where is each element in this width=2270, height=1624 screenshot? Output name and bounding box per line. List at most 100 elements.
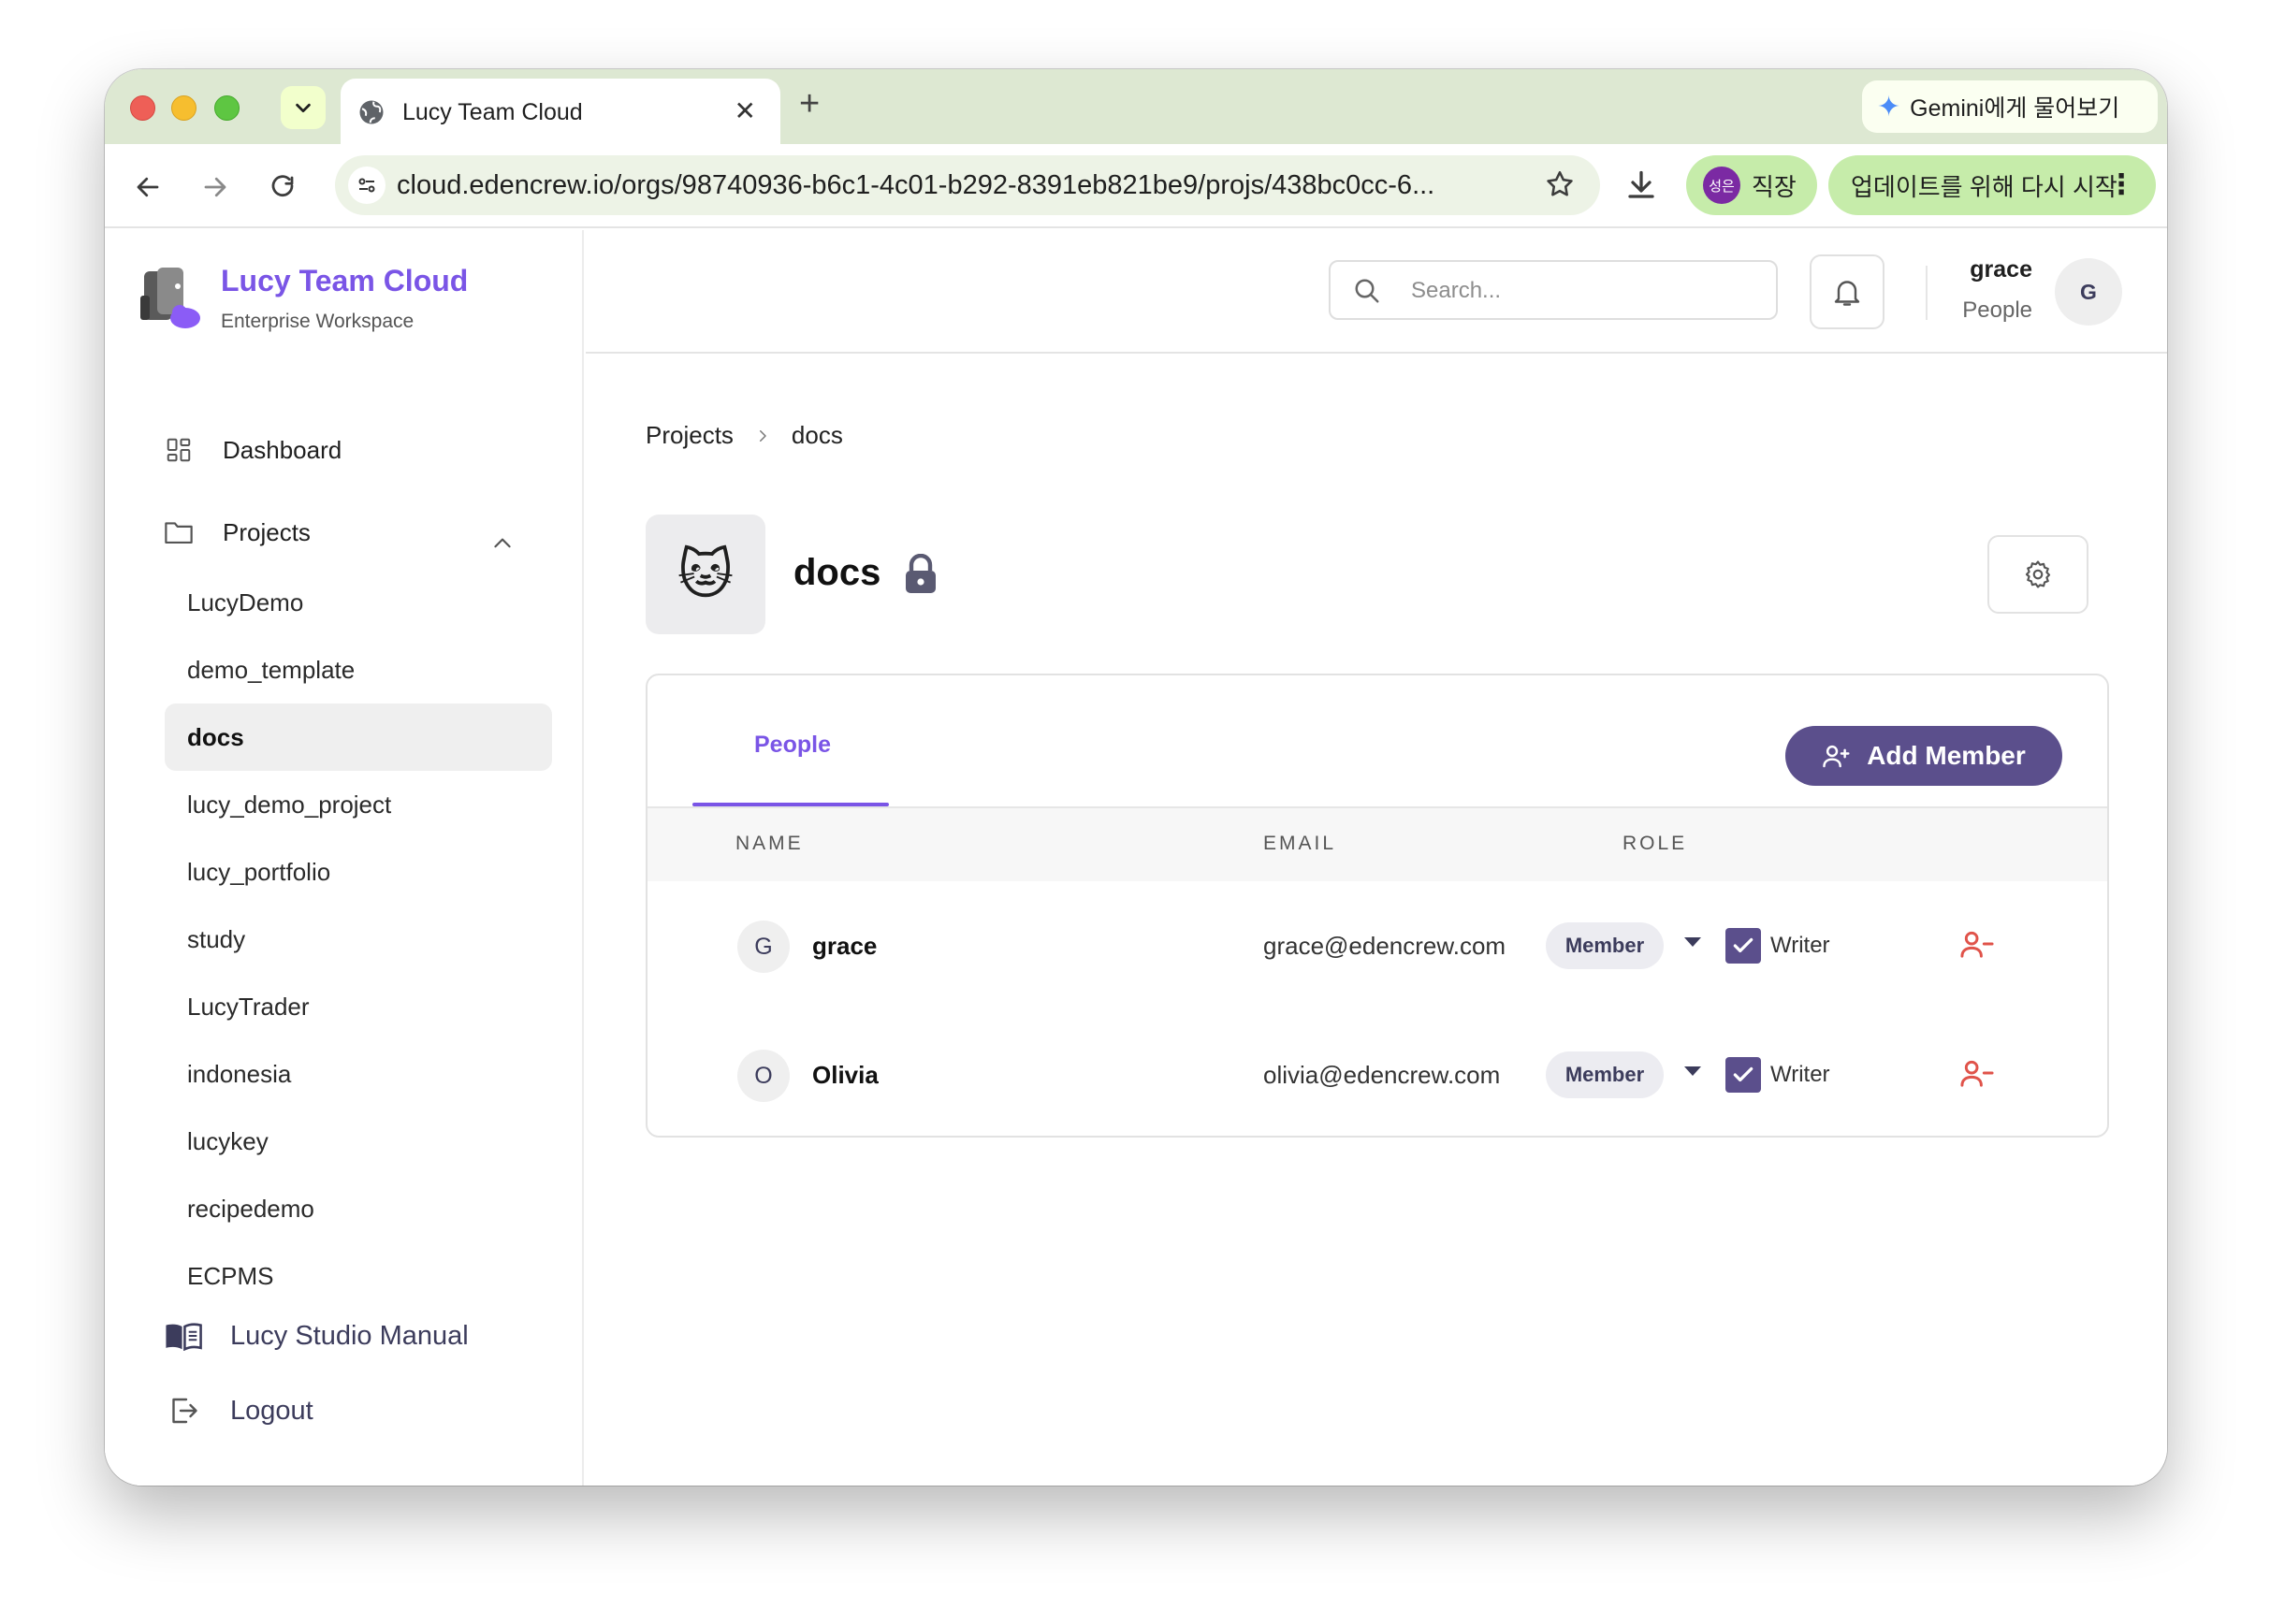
globe-icon (357, 98, 386, 131)
forward-button[interactable] (198, 170, 232, 204)
member-name: Olivia (812, 1061, 879, 1089)
sidebar-project-item[interactable]: LucyDemo (165, 569, 552, 636)
minimize-window-button[interactable] (171, 95, 196, 121)
tab-title: Lucy Team Cloud (402, 99, 583, 125)
member-avatar: G (737, 921, 790, 973)
sidebar-item-label: Lucy Studio Manual (230, 1320, 469, 1351)
gemini-sparkle-icon: ✦ (1877, 91, 1901, 123)
download-button[interactable] (1624, 168, 1658, 207)
chevron-up-icon[interactable] (490, 531, 515, 560)
user-role: People (1962, 297, 2032, 323)
add-member-button[interactable]: Add Member (1785, 726, 2062, 786)
table-row: O Olivia olivia@edencrew.com Member Writ… (648, 1010, 2107, 1136)
download-icon (1628, 170, 1654, 198)
profile-avatar: 성은 (1703, 167, 1740, 204)
sidebar-project-item[interactable]: lucykey (165, 1108, 552, 1175)
folder-icon (163, 516, 195, 548)
app-header: grace People G (586, 230, 2167, 354)
checkmark-icon (1733, 1066, 1753, 1082)
gemini-button[interactable]: ✦ Gemini에게 물어보기 (1862, 80, 2158, 133)
writer-label: Writer (1770, 1062, 1830, 1087)
browser-tab[interactable]: Lucy Team Cloud ✕ (341, 79, 780, 146)
project-cat-icon: 🐱 (646, 515, 765, 634)
bookmark-star-icon[interactable] (1544, 168, 1576, 205)
address-bar[interactable]: cloud.edencrew.io/orgs/98740936-b6c1-4c0… (335, 155, 1600, 215)
sidebar-project-item[interactable]: LucyTrader (165, 973, 552, 1040)
checkmark-icon (1733, 937, 1753, 953)
reload-icon (271, 175, 294, 197)
table-row: G grace grace@edencrew.com Member Writer (648, 881, 2107, 1010)
logout-icon (165, 1392, 202, 1429)
caret-down-icon[interactable] (1682, 1065, 1703, 1082)
sidebar-project-item[interactable]: lucy_demo_project (165, 771, 552, 838)
member-avatar: O (737, 1050, 790, 1102)
breadcrumb-projects-link[interactable]: Projects (646, 421, 734, 450)
tab-search-button[interactable] (281, 86, 326, 129)
back-button[interactable] (131, 170, 165, 204)
search-icon (1353, 277, 1381, 310)
update-label: 업데이트를 위해 다시 시작 (1851, 172, 2117, 201)
sidebar-project-item-active[interactable]: docs (165, 703, 552, 771)
sidebar-item-label: Logout (230, 1395, 313, 1426)
book-icon (165, 1317, 202, 1355)
member-email: grace@edencrew.com (1263, 932, 1506, 960)
update-relaunch-button[interactable]: 업데이트를 위해 다시 시작 ⋮ (1828, 155, 2156, 215)
browser-toolbar: cloud.edencrew.io/orgs/98740936-b6c1-4c0… (105, 144, 2167, 228)
project-settings-button[interactable] (1987, 535, 2088, 614)
sidebar-item-dashboard[interactable]: Dashboard (163, 434, 342, 466)
role-select[interactable]: Member (1546, 1051, 1664, 1098)
column-header-role: ROLE (1622, 833, 1688, 854)
user-avatar[interactable]: G (2055, 258, 2122, 326)
add-user-icon (1822, 743, 1852, 769)
reload-button[interactable] (266, 170, 299, 204)
writer-checkbox[interactable] (1725, 1057, 1761, 1093)
writer-checkbox[interactable] (1725, 928, 1761, 964)
new-tab-button[interactable]: + (799, 84, 820, 124)
profile-chip[interactable]: 성은 직장 (1686, 155, 1817, 215)
notifications-button[interactable] (1810, 254, 1884, 329)
search-field[interactable] (1329, 260, 1778, 320)
maximize-window-button[interactable] (214, 95, 240, 121)
breadcrumb: Projects docs (646, 421, 843, 450)
dashboard-grid-icon (163, 434, 195, 466)
sidebar-item-manual[interactable]: Lucy Studio Manual (165, 1317, 469, 1355)
remove-member-button[interactable] (1959, 1057, 1995, 1094)
caret-down-icon[interactable] (1682, 935, 1703, 953)
more-menu-icon[interactable]: ⋮ (2107, 168, 2135, 201)
sidebar-project-item[interactable]: study (165, 906, 552, 973)
bell-icon (1834, 281, 1860, 306)
member-name: grace (812, 932, 878, 960)
chevron-down-icon (296, 103, 311, 113)
breadcrumb-current: docs (791, 421, 843, 449)
brand-name[interactable]: Lucy Team Cloud (221, 264, 468, 298)
member-email: olivia@edencrew.com (1263, 1061, 1501, 1089)
search-input[interactable] (1411, 275, 1757, 307)
close-window-button[interactable] (130, 95, 155, 121)
remove-member-button[interactable] (1959, 928, 1995, 964)
url-text[interactable]: cloud.edencrew.io/orgs/98740936-b6c1-4c0… (397, 170, 1501, 201)
role-select[interactable]: Member (1546, 922, 1664, 969)
sidebar-project-item[interactable]: demo_template (165, 636, 552, 703)
gemini-label: Gemini에게 물어보기 (1910, 95, 2120, 122)
lock-icon (904, 553, 938, 600)
tab-people[interactable]: People (694, 732, 891, 759)
tab-close-icon[interactable]: ✕ (735, 95, 756, 126)
sidebar-item-logout[interactable]: Logout (165, 1392, 313, 1429)
table-header: NAME EMAIL ROLE (648, 808, 2107, 881)
sidebar-item-label: Dashboard (223, 435, 342, 464)
remove-user-icon (1960, 1060, 1994, 1087)
site-info-icon[interactable] (348, 167, 386, 204)
sidebar-project-item[interactable]: recipedemo (165, 1175, 552, 1242)
arrow-right-icon (204, 177, 226, 197)
add-member-label: Add Member (1867, 741, 2026, 770)
browser-window: Lucy Team Cloud ✕ + ✦ Gemini에게 물어보기 clou… (105, 69, 2167, 1486)
brand-subtitle: Enterprise Workspace (221, 311, 415, 332)
sidebar-item-projects[interactable]: Projects (163, 516, 311, 548)
sidebar: Lucy Team Cloud Enterprise Workspace Das… (105, 230, 584, 1486)
sidebar-project-item[interactable]: lucy_portfolio (165, 838, 552, 906)
brand-logo-icon (137, 264, 202, 331)
sidebar-project-item[interactable]: ECPMS (165, 1242, 552, 1310)
sidebar-project-item[interactable]: indonesia (165, 1040, 552, 1108)
writer-label: Writer (1770, 933, 1830, 958)
chevron-right-icon (754, 428, 771, 444)
